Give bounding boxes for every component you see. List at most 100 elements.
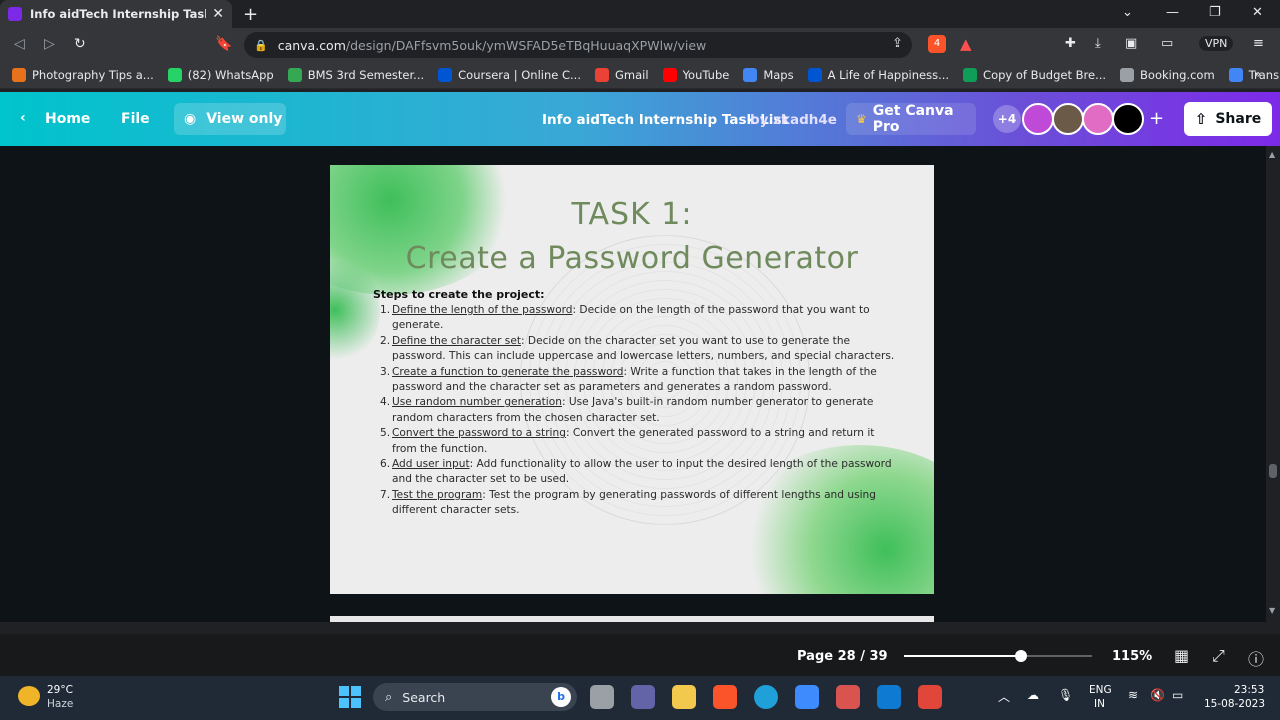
sidebar-icon[interactable]: ▣ [1125, 36, 1137, 51]
scroll-up-icon[interactable]: ▲ [1269, 150, 1275, 159]
avatar[interactable] [1082, 103, 1114, 135]
step-number: 5. [380, 427, 391, 440]
volume-muted-icon[interactable]: 🔇 [1150, 688, 1165, 702]
close-window-icon[interactable]: ✕ [1252, 5, 1263, 20]
view-only-button[interactable]: ◉ View only [174, 103, 286, 135]
vscode-icon[interactable] [877, 685, 901, 709]
bookmark-label: YouTube [682, 68, 730, 82]
step-item: 5. Convert the password to a string: Conv… [380, 426, 900, 457]
collaborator-count[interactable]: +4 [993, 105, 1021, 133]
bookmark-favicon-icon [167, 68, 182, 82]
bookmark-item[interactable]: Booking.com [1120, 68, 1215, 82]
address-bar[interactable]: 🔒 canva.com/design/DAFfsvm5ouk/ymWSFAD5e… [244, 32, 912, 58]
bookmarks-overflow-icon[interactable]: » [1254, 67, 1261, 81]
reload-icon[interactable]: ↻ [74, 36, 86, 52]
brave-shields-icon[interactable]: 4 [928, 35, 946, 53]
bookmark-item[interactable]: Maps [743, 68, 794, 82]
avatar[interactable] [1022, 103, 1054, 135]
bookmark-item[interactable]: Coursera | Online C... [438, 68, 581, 82]
help-icon[interactable]: ⓘ [1248, 646, 1264, 670]
app-icon[interactable] [836, 685, 860, 709]
avatar[interactable] [1112, 103, 1144, 135]
scroll-down-icon[interactable]: ▼ [1269, 606, 1275, 615]
maximize-icon[interactable]: ❐ [1209, 5, 1221, 20]
share-page-icon[interactable]: ⇪ [892, 36, 903, 51]
weather-temperature[interactable]: 29°C [47, 684, 73, 696]
zoom-slider[interactable] [904, 655, 1092, 657]
bookmark-label: Maps [763, 68, 794, 82]
bookmark-item[interactable]: A Life of Happiness... [807, 68, 949, 82]
zoom-slider-handle[interactable] [1015, 650, 1027, 662]
url-path: /design/DAFfsvm5ouk/ymWSFAD5eTBqHuuaqXPW… [345, 37, 707, 53]
share-upload-icon: ⇧ [1194, 110, 1208, 128]
wifi-icon[interactable]: ≋ [1128, 688, 1138, 702]
grid-view-icon[interactable]: ▦ [1174, 646, 1189, 665]
forward-icon[interactable]: ▷ [44, 36, 55, 52]
input-language[interactable]: ENG [1089, 684, 1112, 696]
share-button[interactable]: ⇧ Share [1184, 102, 1272, 136]
get-canva-pro-button[interactable]: ♛ Get Canva Pro [846, 103, 976, 135]
teams-icon[interactable] [631, 685, 655, 709]
step-text: Create a function to generate the passwo… [392, 365, 900, 396]
tab-close-icon[interactable]: ✕ [212, 6, 224, 22]
step-term: Add user input [392, 458, 470, 471]
windows-start-icon[interactable] [339, 686, 361, 708]
weather-description[interactable]: Haze [47, 698, 73, 710]
downloads-icon[interactable]: ⤓ [1095, 36, 1101, 51]
minimize-icon[interactable]: — [1166, 5, 1179, 20]
step-text: Use random number generation: Use Java's… [392, 395, 900, 426]
document-author: by zkadh4e [750, 112, 837, 128]
browser-tab-strip: Info aidTech Internship Task List - ✕ + … [0, 0, 1280, 28]
chevron-left-icon[interactable]: ‹ [20, 110, 26, 126]
step-term: Test the program [392, 488, 483, 501]
microsoft-store-icon[interactable] [795, 685, 819, 709]
bookmark-item[interactable]: YouTube [662, 68, 730, 82]
slide-title-line-2: Create a Password Generator [405, 241, 859, 276]
bookmark-favicon-icon [1228, 68, 1243, 82]
edge-browser-icon[interactable] [754, 685, 778, 709]
weather-haze-icon[interactable] [18, 686, 40, 706]
bookmark-item[interactable]: Gmail [595, 68, 649, 82]
page-indicator[interactable]: Page 28 / 39 [797, 649, 888, 664]
tab-search-chevron-icon[interactable]: ⌄ [1122, 5, 1133, 20]
camera-recorder-icon[interactable] [918, 685, 942, 709]
bing-icon[interactable]: b [551, 687, 571, 707]
back-icon[interactable]: ◁ [14, 36, 25, 52]
scrollbar-thumb[interactable] [1269, 464, 1277, 478]
battery-icon[interactable]: ▭ [1172, 688, 1183, 702]
crown-icon: ♛ [856, 112, 867, 126]
bookmark-item[interactable]: Photography Tips a... [12, 68, 154, 82]
step-term: Define the length of the password [392, 304, 573, 316]
bookmark-icon[interactable]: 🔖 [215, 36, 232, 52]
home-button[interactable]: Home [45, 111, 90, 127]
browser-tab-active[interactable]: Info aidTech Internship Task List - ✕ [0, 0, 232, 28]
tray-overflow-icon[interactable]: ︿ [998, 688, 1010, 705]
new-tab-button[interactable]: + [243, 4, 258, 25]
add-collaborator-icon[interactable]: + [1149, 108, 1164, 129]
browser-menu-icon[interactable]: ≡ [1253, 36, 1264, 51]
vpn-button[interactable]: VPN [1199, 36, 1234, 51]
clock-time[interactable]: 23:53 [1234, 684, 1264, 696]
bookmark-item[interactable]: Copy of Budget Bre... [963, 68, 1106, 82]
zoom-level[interactable]: 115% [1112, 649, 1152, 664]
microphone-icon[interactable]: 🎙 [1058, 688, 1073, 702]
file-explorer-icon[interactable] [672, 685, 696, 709]
clock-date[interactable]: 15-08-2023 [1204, 698, 1265, 710]
bookmark-item[interactable]: (82) WhatsApp [167, 68, 274, 82]
brave-browser-icon[interactable] [713, 685, 737, 709]
fullscreen-icon[interactable]: ⤢ [1212, 646, 1225, 666]
wallet-icon[interactable]: ▭ [1161, 36, 1173, 51]
task-view-icon[interactable] [590, 685, 614, 709]
brave-rewards-icon[interactable]: ▲ [960, 35, 978, 53]
bookmark-item[interactable]: BMS 3rd Semester... [287, 68, 424, 82]
onedrive-icon[interactable]: ☁ [1027, 688, 1039, 702]
file-menu-button[interactable]: File [121, 111, 150, 127]
url-host: canva.com [277, 37, 346, 53]
step-term: Define the character set [392, 334, 521, 347]
extensions-icon[interactable]: ✚ [1065, 36, 1076, 51]
taskbar-search[interactable]: ⌕ Search b [373, 683, 577, 711]
browser-toolbar: ◁ ▷ ↻ 🔖 🔒 canva.com/design/DAFfsvm5ouk/y… [0, 28, 1280, 62]
input-region[interactable]: IN [1094, 698, 1105, 710]
avatar[interactable] [1052, 103, 1084, 135]
vertical-scrollbar[interactable]: ▲ ▼ [1266, 146, 1280, 622]
